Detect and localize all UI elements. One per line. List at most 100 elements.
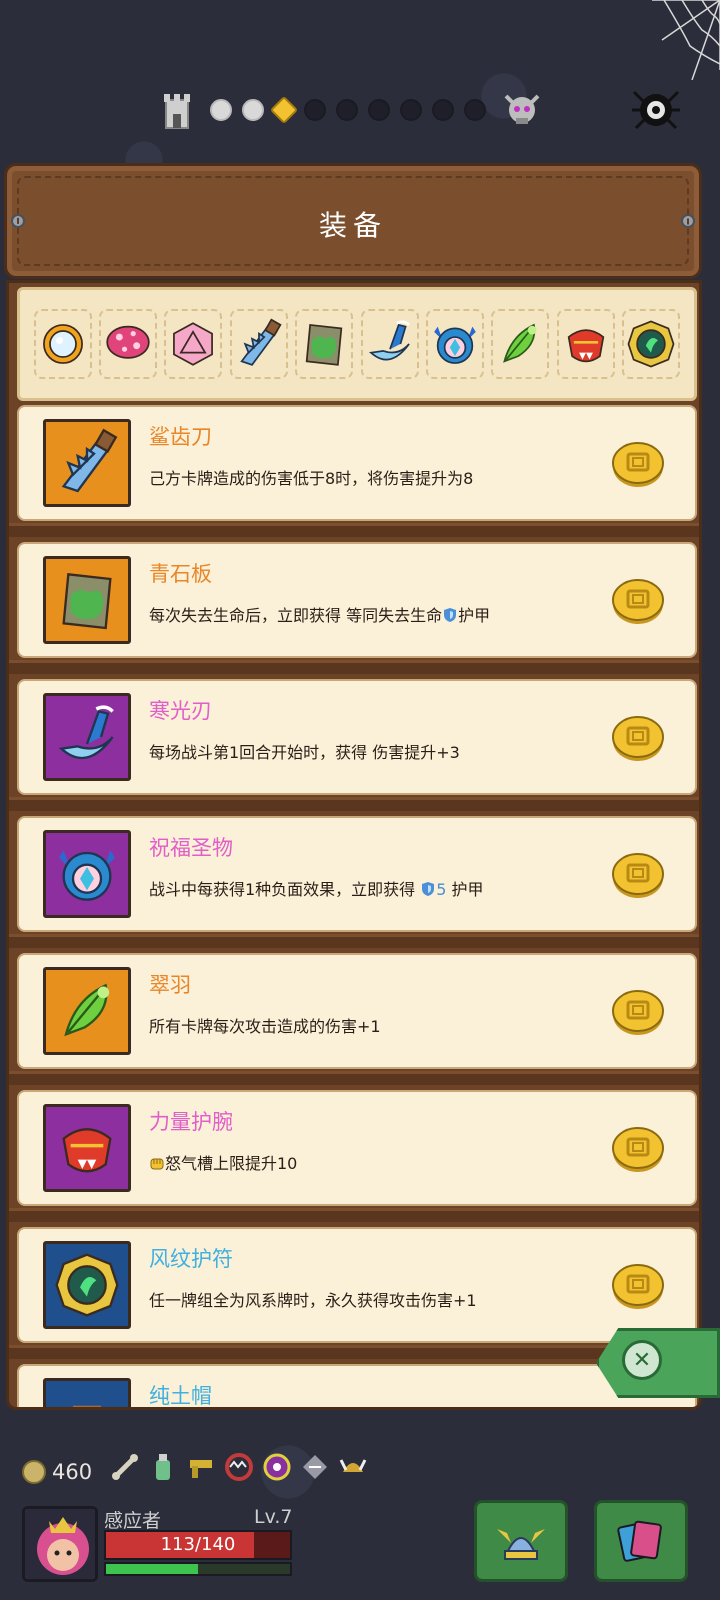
settings-gear-button[interactable] <box>628 80 684 136</box>
list-item[interactable]: 鲨齿刀 己方卡牌造成的伤害低于8时，将伤害提升为8 <box>9 405 699 542</box>
equipment-card[interactable]: 风纹护符任一牌组全为风系牌时，永久获得攻击伤害+1 <box>17 1227 697 1343</box>
power-bracer-icon <box>567 329 605 363</box>
item-icon-frame <box>43 1104 131 1192</box>
hat-icon <box>73 1405 101 1407</box>
item-description: 每次失去生命后，立即获得 等同失去生命 护甲 <box>149 602 490 626</box>
gold-coin-icon <box>612 1264 664 1309</box>
item-name: 风纹护符 <box>149 1247 233 1271</box>
panel-title: 装备 <box>318 209 387 242</box>
xp-fill <box>106 1564 198 1574</box>
strip-slot[interactable] <box>491 309 550 379</box>
close-icon[interactable]: ✕ <box>622 1340 662 1380</box>
list-item[interactable]: 力量护腕怒气槽上限提升10 <box>9 1090 699 1227</box>
list-item[interactable]: 祝福圣物战斗中每获得1种负面效果，立即获得 5 护甲 <box>9 816 699 953</box>
divider <box>9 1208 699 1222</box>
strip-slot[interactable] <box>229 309 288 379</box>
player-avatar[interactable] <box>22 1506 98 1582</box>
card-deck-button[interactable] <box>594 1500 688 1582</box>
winged-helmet-icon <box>497 1529 545 1560</box>
list-item[interactable]: 寒光刃 每场战斗第1回合开始时，获得 伤害提升+3 <box>9 679 699 816</box>
sell-coin-button[interactable] <box>611 850 665 900</box>
shield-icon <box>444 608 457 622</box>
bone-icon[interactable] <box>110 1452 140 1482</box>
gold-coin-icon <box>612 579 664 624</box>
eye-ring-icon[interactable] <box>262 1452 292 1482</box>
equipment-card[interactable]: 寒光刃 每场战斗第1回合开始时，获得 伤害提升+3 <box>17 679 697 795</box>
divider <box>9 934 699 948</box>
item-icon-frame <box>43 1241 131 1329</box>
gold-coin-icon <box>612 716 664 761</box>
scroll-icon[interactable] <box>300 1452 330 1482</box>
item-description-number: 5 <box>436 880 447 899</box>
card-deck-icon <box>617 1520 662 1562</box>
item-name: 纯土帽 <box>149 1384 212 1408</box>
xp-bar <box>104 1562 292 1576</box>
list-item[interactable]: 青石板每次失去生命后，立即获得 等同失去生命 护甲 <box>9 542 699 679</box>
map-node <box>304 99 326 121</box>
divider <box>9 797 699 811</box>
strip-slot[interactable] <box>33 309 92 379</box>
gold-coin-icon <box>612 1127 664 1172</box>
gold-coin-icon <box>612 853 664 898</box>
sell-coin-button[interactable] <box>611 576 665 626</box>
item-icon-frame <box>43 419 131 507</box>
sell-coin-button[interactable] <box>611 713 665 763</box>
power-bracer-icon <box>62 1128 112 1173</box>
trap-jaw-icon[interactable] <box>224 1452 254 1482</box>
item-description: 每场战斗第1回合开始时，获得 伤害提升+3 <box>149 739 460 763</box>
tower-icon <box>164 94 190 129</box>
list-item[interactable]: 纯土帽 <box>17 1364 697 1408</box>
strip-slot[interactable] <box>556 309 615 379</box>
equipment-card[interactable]: 鲨齿刀 己方卡牌造成的伤害低于8时，将伤害提升为8 <box>17 405 697 521</box>
frost-blade-icon <box>368 320 410 361</box>
item-name: 力量护腕 <box>149 1110 233 1134</box>
equipment-card[interactable]: 纯土帽 <box>17 1364 697 1408</box>
item-description-text: 怒气槽上限提升10 <box>165 1154 298 1173</box>
divider <box>9 1345 699 1359</box>
item-description-text: 每次失去生命后，立即获得 等同失去生命 <box>149 606 443 625</box>
equipment-card[interactable]: 力量护腕怒气槽上限提升10 <box>17 1090 697 1206</box>
potion-bottle-icon[interactable] <box>148 1452 178 1482</box>
hp-bar: 113/140 <box>104 1530 292 1560</box>
item-name: 翠羽 <box>149 973 191 997</box>
character-equipment-button[interactable] <box>474 1500 568 1582</box>
item-name: 祝福圣物 <box>149 836 233 860</box>
strip-slot[interactable] <box>164 309 223 379</box>
jade-feather-icon <box>64 983 110 1037</box>
sell-coin-button[interactable] <box>611 1261 665 1311</box>
gold-coin-icon <box>612 990 664 1035</box>
strip-slot[interactable] <box>426 309 485 379</box>
item-icon-frame <box>43 1378 131 1407</box>
equipment-card[interactable]: 祝福圣物战斗中每获得1种负面效果，立即获得 5 护甲 <box>17 816 697 932</box>
map-node-current <box>269 95 299 125</box>
equipment-card[interactable]: 翠羽所有卡牌每次攻击造成的伤害+1 <box>17 953 697 1069</box>
gold-coin-icon <box>612 442 664 487</box>
green-stone-slab-icon <box>305 323 343 366</box>
item-description-text: 战斗中每获得1种负面效果，立即获得 <box>149 880 421 899</box>
item-description: 战斗中每获得1种负面效果，立即获得 5 护甲 <box>149 876 484 900</box>
list-item[interactable]: 风纹护符任一牌组全为风系牌时，永久获得攻击伤害+1 <box>9 1227 699 1364</box>
item-icon-frame <box>43 556 131 644</box>
sell-coin-button[interactable] <box>611 439 665 489</box>
gun-icon[interactable] <box>186 1452 216 1482</box>
strip-slot[interactable] <box>622 309 681 379</box>
item-description-text: 所有卡牌每次攻击造成的伤害+1 <box>149 1017 381 1036</box>
equipment-card[interactable]: 青石板每次失去生命后，立即获得 等同失去生命 护甲 <box>17 542 697 658</box>
item-name: 青石板 <box>149 562 212 586</box>
strip-slot[interactable] <box>99 309 158 379</box>
strip-slot[interactable] <box>360 309 419 379</box>
sell-coin-button[interactable] <box>611 1124 665 1174</box>
player-name: 感应者 <box>104 1510 162 1532</box>
sell-coin-button[interactable] <box>611 987 665 1037</box>
map-node <box>210 99 232 121</box>
item-description-text: 任一牌组全为风系牌时，永久获得攻击伤害+1 <box>149 1291 477 1310</box>
item-description: 任一牌组全为风系牌时，永久获得攻击伤害+1 <box>149 1287 477 1311</box>
strip-slot[interactable] <box>295 309 354 379</box>
viking-helmet-icon[interactable] <box>338 1452 368 1482</box>
wind-amulet-icon <box>55 1253 119 1317</box>
d20-die-icon <box>173 322 214 366</box>
list-item[interactable]: 翠羽所有卡牌每次攻击造成的伤害+1 <box>9 953 699 1090</box>
player-level: Lv.7 <box>254 1506 293 1528</box>
item-icon-frame <box>43 693 131 781</box>
shield-icon <box>422 882 435 896</box>
